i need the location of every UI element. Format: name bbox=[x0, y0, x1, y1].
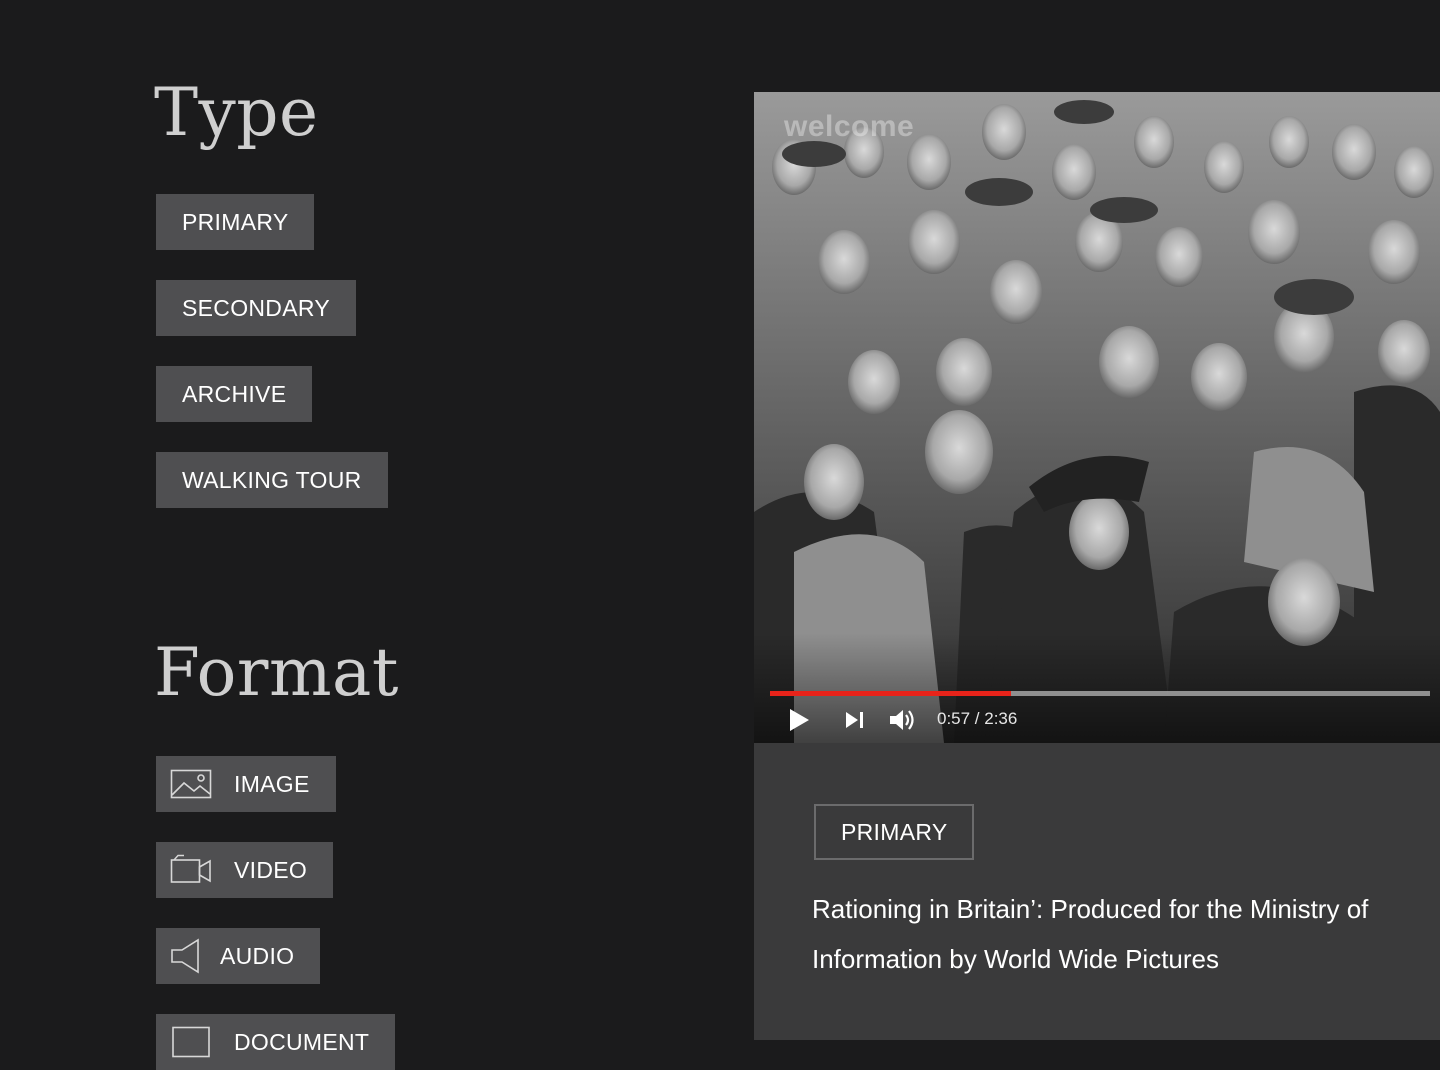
filter-format-video-label: VIDEO bbox=[234, 856, 308, 883]
card-title[interactable]: Rationing in Britain’: Produced for the … bbox=[812, 884, 1422, 984]
filter-type-secondary[interactable]: SECONDARY bbox=[156, 280, 356, 336]
filter-format-image[interactable]: IMAGE bbox=[156, 756, 336, 812]
filter-type-primary[interactable]: PRIMARY bbox=[156, 194, 315, 250]
image-icon bbox=[170, 766, 214, 802]
video-watermark: welcome bbox=[784, 110, 915, 143]
filter-format-audio-label: AUDIO bbox=[220, 942, 295, 969]
filter-format-document[interactable]: DOCUMENT bbox=[156, 1014, 396, 1070]
next-button[interactable] bbox=[844, 704, 866, 736]
video-progress-bar[interactable] bbox=[770, 691, 1430, 696]
skip-next-icon bbox=[846, 712, 863, 728]
filter-format-video[interactable]: VIDEO bbox=[156, 842, 334, 898]
format-section-title: Format bbox=[154, 634, 399, 711]
media-card: welcome 0:57 / 2:36 PRIMARY Rationing in… bbox=[754, 92, 1440, 1040]
speaker-icon bbox=[170, 938, 204, 974]
filter-format-image-label: IMAGE bbox=[234, 770, 310, 797]
filter-type-walking-tour[interactable]: WALKING TOUR bbox=[156, 452, 388, 508]
play-button[interactable] bbox=[788, 704, 810, 736]
video-player[interactable]: welcome 0:57 / 2:36 bbox=[754, 92, 1440, 743]
volume-button[interactable] bbox=[888, 704, 918, 736]
document-icon bbox=[170, 1024, 214, 1060]
video-time-display: 0:57 / 2:36 bbox=[937, 709, 1018, 728]
card-type-badge[interactable]: PRIMARY bbox=[814, 804, 975, 860]
filter-format-document-label: DOCUMENT bbox=[234, 1028, 370, 1055]
filter-type-archive[interactable]: ARCHIVE bbox=[156, 366, 313, 422]
video-camera-icon bbox=[170, 852, 214, 888]
video-progress-fill bbox=[770, 691, 1011, 696]
volume-icon bbox=[890, 710, 914, 730]
type-section-title: Type bbox=[154, 74, 319, 151]
filter-format-audio[interactable]: AUDIO bbox=[156, 928, 321, 984]
play-icon bbox=[790, 709, 809, 731]
